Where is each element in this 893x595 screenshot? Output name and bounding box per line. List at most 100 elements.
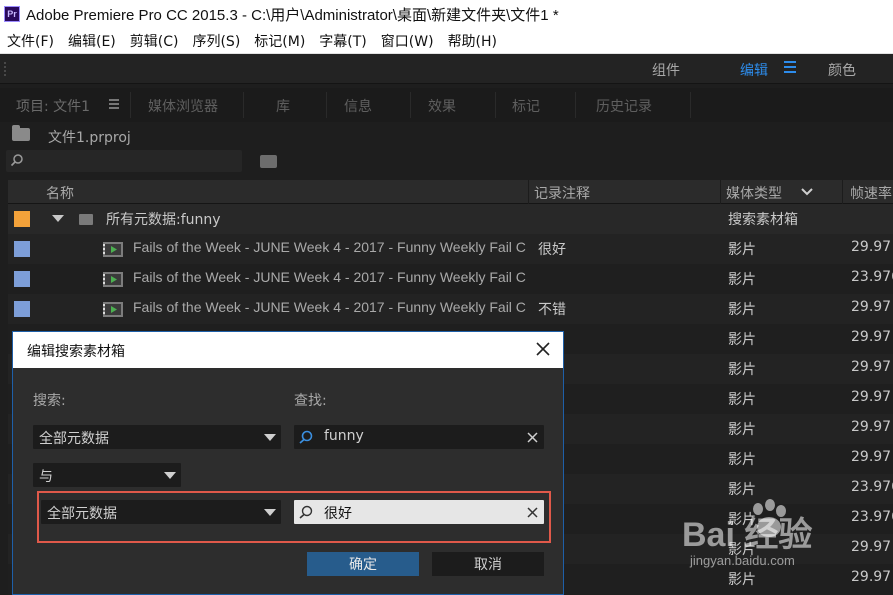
find-label: 查找:: [294, 393, 327, 409]
find-input-value: funny: [324, 428, 364, 444]
clip-log-note: 很好: [538, 242, 566, 258]
workspace-color[interactable]: 颜色: [828, 60, 856, 80]
tab-divider: [243, 92, 244, 118]
clip-frame-rate: 29.97: [851, 419, 892, 435]
operator-dropdown[interactable]: 与: [33, 463, 181, 487]
menu-window[interactable]: 窗口(W): [374, 31, 441, 51]
clip-frame-rate: 29.97: [851, 449, 892, 465]
tab-divider: [130, 92, 131, 118]
menu-file[interactable]: 文件(F): [0, 31, 61, 51]
cancel-button[interactable]: 取消: [432, 552, 544, 576]
dropdown-value: 与: [39, 469, 53, 485]
clip-media-type: 影片: [728, 332, 756, 348]
list-header: 名称 记录注释 媒体类型 帧速率: [8, 180, 893, 204]
project-path-row: 文件1.prproj: [0, 122, 893, 150]
clip-name: Fails of the Week - JUNE Week 4 - 2017 -…: [133, 299, 526, 315]
tab-divider: [575, 92, 576, 118]
dropdown-arrow-icon: [164, 472, 176, 479]
tab-info[interactable]: 信息: [344, 96, 372, 116]
column-divider[interactable]: [528, 180, 529, 204]
label-color-swatch[interactable]: [14, 241, 30, 257]
watermark-brand: Bai 经验: [682, 516, 813, 554]
ok-button[interactable]: 确定: [307, 552, 419, 576]
column-divider[interactable]: [720, 180, 721, 204]
metadata-field-dropdown-2[interactable]: 全部元数据: [41, 500, 281, 524]
clip-row[interactable]: Fails of the Week - JUNE Week 4 - 2017 -…: [8, 294, 893, 324]
clip-media-type: 影片: [728, 302, 756, 318]
clip-media-type: 影片: [728, 452, 756, 468]
find-input-1[interactable]: funny: [294, 425, 544, 449]
clip-frame-rate: 29.97: [851, 329, 892, 345]
clip-media-type: 影片: [728, 362, 756, 378]
clip-frame-rate: 29.97: [851, 359, 892, 375]
tab-divider: [690, 92, 691, 118]
menu-marker[interactable]: 标记(M): [247, 31, 312, 51]
tab-history[interactable]: 历史记录: [596, 96, 652, 116]
tab-effects[interactable]: 效果: [428, 96, 456, 116]
tab-libraries[interactable]: 库: [276, 96, 290, 116]
menu-sequence[interactable]: 序列(S): [185, 31, 247, 51]
dropdown-value: 全部元数据: [47, 506, 117, 522]
dialog-title-bar[interactable]: 编辑搜索素材箱: [13, 332, 563, 368]
grip-handle-icon[interactable]: [3, 61, 7, 77]
column-frame-rate[interactable]: 帧速率: [850, 183, 892, 203]
close-icon[interactable]: [535, 341, 551, 357]
panel-menu-icon[interactable]: [109, 99, 119, 111]
tab-markers[interactable]: 标记: [512, 96, 540, 116]
clip-media-type: 影片: [728, 272, 756, 288]
dialog-title: 编辑搜索素材箱: [27, 344, 125, 360]
clip-frame-rate: 29.97: [851, 239, 892, 255]
column-log-note[interactable]: 记录注释: [534, 183, 590, 203]
column-media-type[interactable]: 媒体类型: [726, 183, 782, 203]
folder-up-icon[interactable]: [12, 125, 30, 141]
find-input-2[interactable]: 很好: [294, 500, 544, 524]
search-icon: [299, 430, 313, 444]
menu-edit[interactable]: 编辑(E): [61, 31, 123, 51]
new-search-bin-icon[interactable]: [260, 155, 277, 168]
clip-film-icon: [103, 302, 123, 317]
project-search-row: [0, 150, 893, 180]
clip-log-note: 不错: [538, 302, 566, 318]
search-icon: [10, 154, 23, 167]
project-file-name: 文件1.prproj: [48, 130, 131, 146]
clip-media-type: 影片: [728, 392, 756, 408]
panel-tabs: 项目: 文件1 媒体浏览器 库 信息 效果 标记 历史记录: [0, 88, 893, 122]
column-name[interactable]: 名称: [46, 183, 74, 203]
workspace-menu-icon[interactable]: [784, 61, 796, 75]
find-input-value: 很好: [324, 506, 352, 522]
label-color-swatch[interactable]: [14, 271, 30, 287]
clip-name: Fails of the Week - JUNE Week 4 - 2017 -…: [133, 239, 526, 255]
workspace-assembly[interactable]: 组件: [652, 60, 680, 80]
clear-icon[interactable]: [527, 432, 538, 443]
project-search-input[interactable]: [6, 150, 242, 172]
tab-media-browser[interactable]: 媒体浏览器: [148, 96, 218, 116]
disclosure-triangle-icon[interactable]: [52, 215, 64, 222]
metadata-field-dropdown-1[interactable]: 全部元数据: [33, 425, 281, 449]
clip-media-type: 影片: [728, 422, 756, 438]
menu-help[interactable]: 帮助(H): [441, 31, 504, 51]
premiere-app-icon: Pr: [4, 6, 20, 22]
tab-project[interactable]: 项目: 文件1: [16, 96, 90, 116]
dropdown-value: 全部元数据: [39, 431, 109, 447]
dropdown-arrow-icon: [264, 434, 276, 441]
clip-frame-rate: 29.97: [851, 389, 892, 405]
edit-search-bin-dialog: 编辑搜索素材箱 搜索: 查找: 全部元数据 funny 与 全部元数据 很好 确…: [12, 331, 564, 595]
clip-film-icon: [103, 242, 123, 257]
label-color-swatch[interactable]: [14, 301, 30, 317]
column-divider[interactable]: [842, 180, 843, 204]
clip-film-icon: [103, 272, 123, 287]
clip-row[interactable]: Fails of the Week - JUNE Week 4 - 2017 -…: [8, 234, 893, 264]
sort-chevron-down-icon[interactable]: [800, 186, 814, 198]
search-bin-row[interactable]: 所有元数据:funny 搜索素材箱: [8, 204, 893, 234]
tab-divider: [326, 92, 327, 118]
clip-frame-rate: 29.97: [851, 299, 892, 315]
label-color-swatch[interactable]: [14, 211, 30, 227]
workspace-editing[interactable]: 编辑: [740, 60, 768, 80]
window-title: Adobe Premiere Pro CC 2015.3 - C:\用户\Adm…: [26, 6, 559, 24]
tab-divider: [495, 92, 496, 118]
menu-clip[interactable]: 剪辑(C): [123, 31, 186, 51]
clip-row[interactable]: Fails of the Week - JUNE Week 4 - 2017 -…: [8, 264, 893, 294]
bin-name: 所有元数据:funny: [106, 212, 221, 228]
clear-icon[interactable]: [527, 507, 538, 518]
menu-title[interactable]: 字幕(T): [312, 31, 373, 51]
